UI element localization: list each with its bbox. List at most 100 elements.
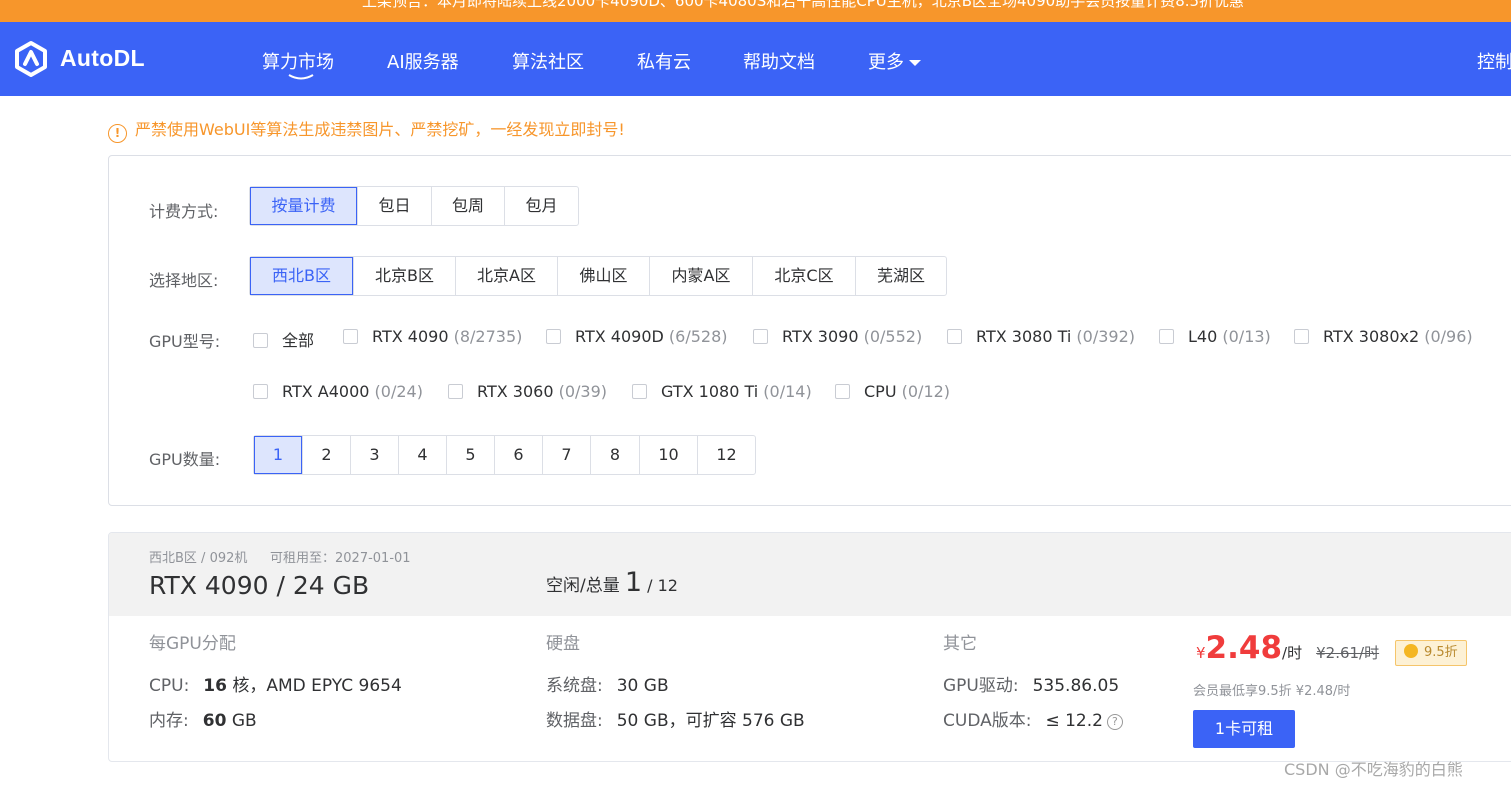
gpu-count-option[interactable]: 3 xyxy=(350,436,398,474)
system-disk-value: 30 GB xyxy=(616,676,669,696)
gpu-count-option[interactable]: 5 xyxy=(446,436,494,474)
gpu-model-checkbox[interactable]: GTX 1080 Ti (0/14) xyxy=(632,382,812,401)
cpu-key: CPU: xyxy=(149,676,190,696)
billing-option-hourly[interactable]: 按量计费 xyxy=(250,187,357,225)
region-option[interactable]: 西北B区 xyxy=(250,257,353,295)
nav-item-community[interactable]: 算法社区 xyxy=(512,48,584,74)
nav-item-private-cloud[interactable]: 私有云 xyxy=(637,48,691,74)
gpu-count-option[interactable]: 7 xyxy=(542,436,590,474)
gpu-model-count: (8/2735) xyxy=(453,327,523,346)
data-disk-value: 50 GB，可扩容 576 GB xyxy=(616,711,805,731)
system-disk-key: 系统盘: xyxy=(546,676,603,696)
gpu-model-checkbox[interactable]: RTX A4000 (0/24) xyxy=(253,382,423,401)
data-disk-spec: 数据盘: 50 GB，可扩容 576 GB xyxy=(546,706,805,731)
warning-text: 严禁使用WebUI等算法生成违禁图片、严禁挖矿，一经发现立即封号! xyxy=(135,120,625,139)
region-selector: 西北B区 北京B区 北京A区 佛山区 内蒙A区 北京C区 芜湖区 xyxy=(249,256,947,296)
gpu-model-checkbox[interactable]: RTX 4090D (6/528) xyxy=(546,327,728,346)
announcement-text: 上架预告：本月即将陆续上线2000卡4090D、600卡4080S和若干高性能C… xyxy=(362,0,1245,10)
price-block: ¥2.48/时 ¥2.61/时 xyxy=(1196,630,1379,666)
gpu-model-name: RTX 3060 xyxy=(477,382,554,401)
region-label: 选择地区: xyxy=(149,271,219,290)
gpu-count-option[interactable]: 1 xyxy=(254,436,302,474)
billing-option-daily[interactable]: 包日 xyxy=(357,187,431,225)
nav-more-label: 更多 xyxy=(868,52,904,73)
billing-option-monthly[interactable]: 包月 xyxy=(504,187,578,225)
gpu-model-name: RTX A4000 xyxy=(282,382,370,401)
region-option[interactable]: 北京A区 xyxy=(455,257,557,295)
gpu-count-option[interactable]: 6 xyxy=(494,436,542,474)
filter-panel: 计费方式: 按量计费 包日 包周 包月 选择地区: 西北B区 北京B区 北京A区… xyxy=(108,155,1511,506)
gpu-count-selector: 1 2 3 4 5 6 7 8 10 12 xyxy=(253,435,756,475)
billing-option-weekly[interactable]: 包周 xyxy=(431,187,504,225)
cuda-spec: CUDA版本: ≤ 12.2? xyxy=(943,706,1123,731)
region-option[interactable]: 北京C区 xyxy=(752,257,855,295)
warning-notice: ! 严禁使用WebUI等算法生成违禁图片、严禁挖矿，一经发现立即封号! xyxy=(108,116,625,143)
gpu-model-checkbox[interactable]: RTX 4090 (8/2735) xyxy=(343,327,522,346)
gpu-model-checkbox[interactable]: L40 (0/13) xyxy=(1159,327,1271,346)
gpu-model-name: 全部 xyxy=(282,331,315,350)
region-option[interactable]: 北京B区 xyxy=(353,257,455,295)
gpu-model-count: (0/14) xyxy=(763,382,812,401)
help-icon[interactable]: ? xyxy=(1106,714,1123,730)
rent-button[interactable]: 1卡可租 xyxy=(1193,710,1295,748)
gpu-model-checkbox[interactable]: RTX 3080x2 (0/96) xyxy=(1294,327,1473,346)
gpu-model-checkbox[interactable]: RTX 3060 (0/39) xyxy=(448,382,607,401)
memory-key: 内存: xyxy=(149,711,189,731)
billing-label: 计费方式: xyxy=(149,202,219,221)
per-gpu-label: 每GPU分配 xyxy=(149,634,236,654)
gpu-count-option[interactable]: 12 xyxy=(697,436,755,474)
nav-item-docs[interactable]: 帮助文档 xyxy=(743,48,815,74)
gpu-model-name: RTX 4090 xyxy=(372,327,449,346)
checkbox-icon xyxy=(253,384,268,399)
original-price: ¥2.61/时 xyxy=(1316,644,1380,662)
gpu-model-name: GTX 1080 Ti xyxy=(661,382,759,401)
region-option[interactable]: 芜湖区 xyxy=(855,257,946,295)
checkbox-icon xyxy=(835,384,850,399)
gpu-count-option[interactable]: 2 xyxy=(302,436,350,474)
gpu-model-checkbox[interactable]: RTX 3090 (0/552) xyxy=(753,327,922,346)
checkbox-icon xyxy=(546,329,561,344)
region-option[interactable]: 佛山区 xyxy=(557,257,649,295)
checkbox-icon xyxy=(1294,329,1309,344)
driver-value: 535.86.05 xyxy=(1032,676,1120,696)
gpu-model-checkbox[interactable]: RTX 3080 Ti (0/392) xyxy=(947,327,1135,346)
price-unit: /时 xyxy=(1282,644,1303,662)
total-count: / 12 xyxy=(647,576,678,595)
warning-icon: ! xyxy=(108,124,127,143)
region-option[interactable]: 内蒙A区 xyxy=(649,257,752,295)
gpu-model-checkbox[interactable]: CPU (0/12) xyxy=(835,382,950,401)
gpu-model-count: (0/552) xyxy=(863,327,923,346)
gpu-count-option[interactable]: 8 xyxy=(590,436,639,474)
machine-location: 西北B区 / 092机 xyxy=(149,551,248,566)
gpu-model-label: GPU型号: xyxy=(149,332,221,351)
gpu-count-label: GPU数量: xyxy=(149,450,221,469)
idle-total: 空闲/总量 1 / 12 xyxy=(546,567,678,598)
nav-item-console[interactable]: 控制 xyxy=(1477,48,1511,74)
autodl-logo-icon[interactable] xyxy=(12,40,50,78)
nav-item-more[interactable]: 更多 xyxy=(868,48,921,74)
gpu-model-name: RTX 4090D xyxy=(575,327,664,346)
gpu-model-count: (0/12) xyxy=(901,382,951,401)
cpu-cores: 16 xyxy=(203,676,227,696)
memory-unit: GB xyxy=(231,711,257,731)
cuda-key: CUDA版本: xyxy=(943,711,1032,731)
brand-name[interactable]: AutoDL xyxy=(60,45,145,72)
driver-spec: GPU驱动: 535.86.05 xyxy=(943,671,1119,696)
gpu-model-name: RTX 3080x2 xyxy=(1323,327,1420,346)
gpu-model-name: RTX 3090 xyxy=(782,327,859,346)
gpu-count-option[interactable]: 4 xyxy=(398,436,446,474)
other-label: 其它 xyxy=(943,634,977,654)
checkbox-icon xyxy=(632,384,647,399)
driver-key: GPU驱动: xyxy=(943,676,1019,696)
gpu-model-name: RTX 3080 Ti xyxy=(976,327,1072,346)
gpu-model-count: (0/39) xyxy=(558,382,608,401)
gpu-count-option[interactable]: 10 xyxy=(639,436,697,474)
price-currency: ¥ xyxy=(1196,644,1206,662)
gpu-model-name: L40 xyxy=(1188,327,1218,346)
gpu-model-checkbox[interactable]: 全部 xyxy=(253,327,314,351)
nav-item-market[interactable]: 算力市场 xyxy=(262,48,334,74)
nav-item-ai-server[interactable]: AI服务器 xyxy=(387,48,459,74)
announcement-bar: 上架预告：本月即将陆续上线2000卡4090D、600卡4080S和若干高性能C… xyxy=(0,0,1511,22)
chevron-down-icon xyxy=(909,60,921,66)
checkbox-icon xyxy=(343,329,358,344)
